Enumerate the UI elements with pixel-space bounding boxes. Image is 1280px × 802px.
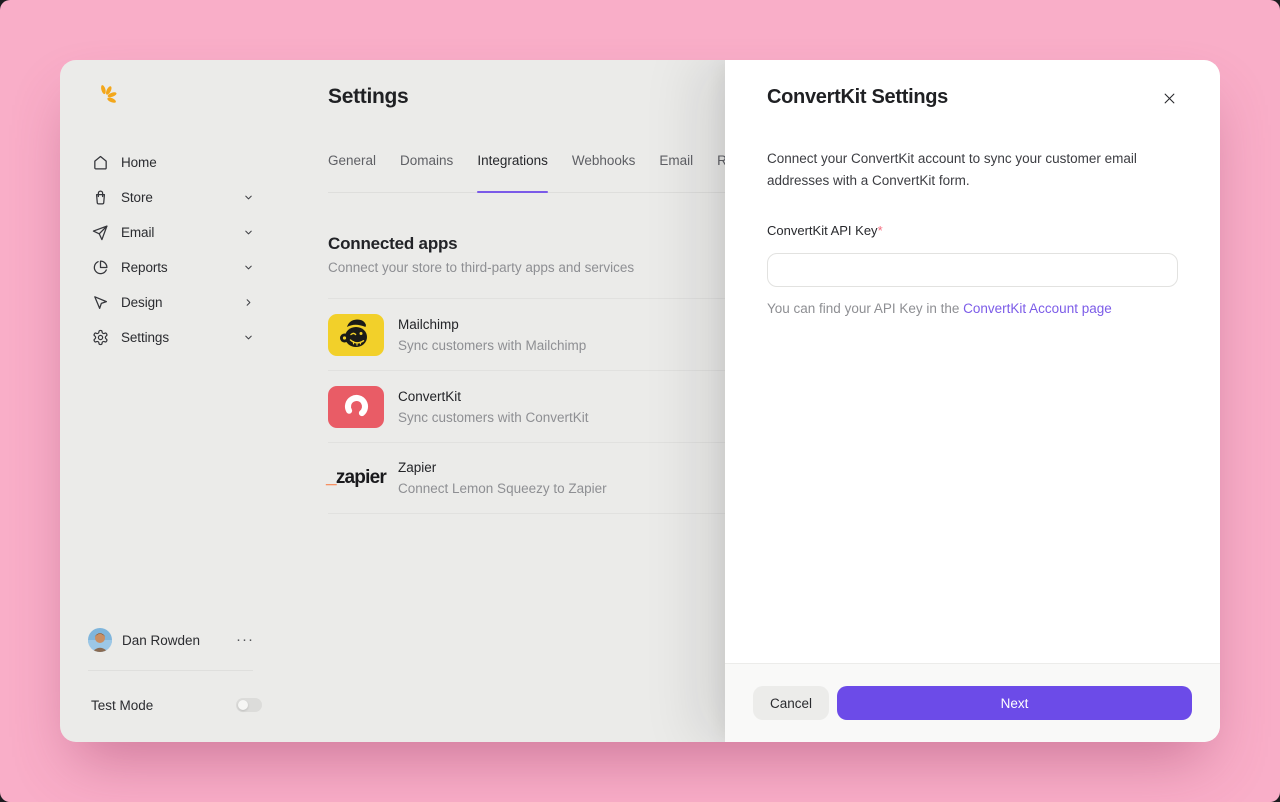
sidebar-item-home[interactable]: Home <box>92 145 254 180</box>
sidebar-item-label: Settings <box>121 330 169 345</box>
mailchimp-icon <box>328 314 384 356</box>
home-icon <box>92 154 109 171</box>
next-button[interactable]: Next <box>837 686 1192 720</box>
tab-integrations[interactable]: Integrations <box>477 151 548 192</box>
sidebar-item-store[interactable]: Store <box>92 180 254 215</box>
sidebar-item-label: Design <box>121 295 162 310</box>
app-description: Connect Lemon Squeezy to Zapier <box>398 479 607 498</box>
test-mode-label: Test Mode <box>91 698 153 713</box>
drawer-footer: Cancel Next <box>725 663 1220 742</box>
lemon-squeezy-logo[interactable] <box>93 82 117 108</box>
app-name: Zapier <box>398 458 607 478</box>
app-description: Sync customers with ConvertKit <box>398 408 589 427</box>
chevron-right-icon <box>243 297 254 308</box>
toggle-knob <box>238 700 248 710</box>
ellipsis-icon[interactable]: ··· <box>236 635 254 645</box>
drawer-title: ConvertKit Settings <box>767 84 948 111</box>
app-text: Zapier Connect Lemon Squeezy to Zapier <box>398 458 607 498</box>
drawer-description: Connect your ConvertKit account to sync … <box>767 148 1178 191</box>
sidebar-nav: Home Store Email <box>92 145 254 355</box>
api-key-helper: You can find your API Key in the Convert… <box>767 299 1178 319</box>
chevron-down-icon <box>243 192 254 203</box>
sidebar: Home Store Email <box>60 60 328 742</box>
sidebar-item-design[interactable]: Design <box>92 285 254 320</box>
api-key-label: ConvertKit API Key* <box>767 222 1178 240</box>
test-mode-row: Test Mode <box>91 697 262 713</box>
chevron-down-icon <box>243 227 254 238</box>
sidebar-item-email[interactable]: Email <box>92 215 254 250</box>
sidebar-item-label: Reports <box>121 260 168 275</box>
app-name: Mailchimp <box>398 315 586 335</box>
chevron-down-icon <box>243 262 254 273</box>
shopping-bag-icon <box>92 189 109 206</box>
tab-email[interactable]: Email <box>659 151 693 192</box>
cursor-icon <box>92 294 109 311</box>
app-text: Mailchimp Sync customers with Mailchimp <box>398 315 586 355</box>
convertkit-account-link[interactable]: ConvertKit Account page <box>963 301 1112 316</box>
page-background: Home Store Email <box>0 0 1280 802</box>
chevron-down-icon <box>243 332 254 343</box>
user-name: Dan Rowden <box>122 633 200 648</box>
sidebar-item-label: Email <box>121 225 154 240</box>
avatar <box>88 628 112 652</box>
zapier-logo: _zapier <box>328 457 384 499</box>
convertkit-icon <box>328 386 384 428</box>
required-marker: * <box>878 223 883 238</box>
sidebar-item-label: Home <box>121 155 157 170</box>
app-name: ConvertKit <box>398 387 589 407</box>
cancel-button[interactable]: Cancel <box>753 686 829 720</box>
user-row[interactable]: Dan Rowden ··· <box>88 628 254 652</box>
app-text: ConvertKit Sync customers with ConvertKi… <box>398 387 589 427</box>
tab-webhooks[interactable]: Webhooks <box>572 151 636 192</box>
app-window: Home Store Email <box>60 60 1220 742</box>
app-description: Sync customers with Mailchimp <box>398 336 586 355</box>
drawer-header: ConvertKit Settings <box>767 60 1178 111</box>
gear-icon <box>92 329 109 346</box>
pie-chart-icon <box>92 259 109 276</box>
sidebar-item-settings[interactable]: Settings <box>92 320 254 355</box>
test-mode-toggle[interactable] <box>236 698 262 712</box>
tab-domains[interactable]: Domains <box>400 151 453 192</box>
convertkit-settings-drawer: ConvertKit Settings Connect your Convert… <box>725 60 1220 742</box>
send-icon <box>92 224 109 241</box>
api-key-input[interactable] <box>767 253 1178 287</box>
close-icon[interactable] <box>1160 89 1178 107</box>
sidebar-item-label: Store <box>121 190 153 205</box>
tab-general[interactable]: General <box>328 151 376 192</box>
sidebar-item-reports[interactable]: Reports <box>92 250 254 285</box>
sidebar-divider <box>88 670 253 671</box>
